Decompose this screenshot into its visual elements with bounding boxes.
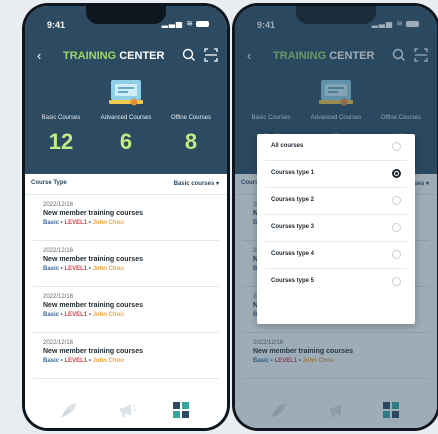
list-item[interactable]: 2022/12/16 New member training courses B… <box>33 287 219 333</box>
screen: 9:41 ▂▃▅ ≋ ‹ TRAINING CENTER Basic Cours… <box>235 6 437 428</box>
stat-value: 8 <box>184 129 198 154</box>
stat-advanced[interactable]: Advanced Courses 6 <box>96 114 156 154</box>
screen: 9:41 ▂▃▅ ≋ ‹ TRAINING CENTER Basic Cours… <box>25 6 227 428</box>
filter-label: Course Type <box>31 180 67 186</box>
menu-option-type-5[interactable]: Courses type 5 <box>265 269 407 296</box>
notch <box>86 6 166 24</box>
filter-row: Course Type Basic courses ▾ <box>25 174 227 195</box>
megaphone-icon[interactable] <box>117 400 137 420</box>
leaf-icon[interactable] <box>59 400 79 420</box>
option-label: Courses type 1 <box>271 170 315 176</box>
phone-training-list: 9:41 ▂▃▅ ≋ ‹ TRAINING CENTER Basic Cours… <box>22 3 230 431</box>
stat-label: Basic Courses <box>41 115 81 121</box>
course-date: 2022/12/16 <box>43 340 74 346</box>
stat-label: Offine Courses <box>171 115 211 121</box>
stat-offline[interactable]: Offine Courses 8 <box>161 114 221 154</box>
tab-bar <box>25 392 227 428</box>
option-label: Courses type 4 <box>271 251 315 257</box>
list-item[interactable]: 2022/12/16 New member training courses B… <box>33 241 219 287</box>
status-time: 9:41 <box>47 20 66 30</box>
phone-training-dropdown: 9:41 ▂▃▅ ≋ ‹ TRAINING CENTER Basic Cours… <box>232 3 438 431</box>
status-bar: 9:41 ▂▃▅ ≋ <box>25 6 227 36</box>
course-date: 2022/12/16 <box>43 248 74 254</box>
scan-icon[interactable] <box>203 47 219 63</box>
option-label: Courses type 5 <box>271 278 315 284</box>
course-title: New member training courses <box>43 256 143 263</box>
course-title: New member training courses <box>43 302 143 309</box>
menu-option-type-1[interactable]: Courses type 1 <box>265 161 407 188</box>
nav-bar: ‹ TRAINING CENTER <box>25 44 227 70</box>
header-area: 9:41 ▂▃▅ ≋ ‹ TRAINING CENTER Basic Cours… <box>25 6 227 174</box>
course-date: 2022/12/16 <box>43 202 74 208</box>
battery-icon <box>196 20 209 27</box>
option-label: Courses type 3 <box>271 224 315 230</box>
course-type-dropdown[interactable]: Basic courses ▾ <box>174 180 219 187</box>
course-title: New member training courses <box>43 348 143 355</box>
search-icon[interactable] <box>181 47 197 63</box>
radio-button-selected[interactable] <box>392 169 401 178</box>
list-item[interactable]: 2022/12/16 New member training courses B… <box>33 333 219 379</box>
option-label: Courses type 2 <box>271 197 315 203</box>
menu-option-type-4[interactable]: Courses type 4 <box>265 242 407 269</box>
dashboard-icon[interactable] <box>171 400 191 420</box>
course-meta: Basic • LEVEL1 • John Chou <box>43 312 124 318</box>
course-type-menu: All courses Courses type 1 Courses type … <box>257 134 415 324</box>
menu-option-type-3[interactable]: Courses type 3 <box>265 215 407 242</box>
page-title: TRAINING CENTER <box>63 50 165 62</box>
status-icons: ▂▃▅ ≋ <box>162 19 209 28</box>
certificate-icon <box>109 80 143 106</box>
radio-button[interactable] <box>392 250 401 259</box>
radio-button[interactable] <box>392 277 401 286</box>
stat-value: 6 <box>119 129 133 154</box>
stat-label: Advanced Courses <box>100 115 152 121</box>
course-meta: Basic • LEVEL1 • John Chou <box>43 266 124 272</box>
course-meta: Basic • LEVEL1 • John Chou <box>43 358 124 364</box>
radio-button[interactable] <box>392 196 401 205</box>
course-date: 2022/12/16 <box>43 294 74 300</box>
course-list: 2022/12/16 New member training courses B… <box>25 195 227 379</box>
back-button[interactable]: ‹ <box>37 48 41 63</box>
option-label: All courses <box>271 143 304 149</box>
list-item[interactable]: 2022/12/16 New member training courses B… <box>33 195 219 241</box>
menu-option-all[interactable]: All courses <box>265 134 407 161</box>
stats-row: Basic Courses 12 Advanced Courses 6 Offi… <box>25 114 227 174</box>
radio-button[interactable] <box>392 142 401 151</box>
course-title: New member training courses <box>43 210 143 217</box>
menu-option-type-2[interactable]: Courses type 2 <box>265 188 407 215</box>
radio-button[interactable] <box>392 223 401 232</box>
stat-basic[interactable]: Basic Courses 12 <box>31 114 91 154</box>
course-meta: Basic • LEVEL1 • John Chou <box>43 220 124 226</box>
stat-value: 12 <box>48 129 74 154</box>
